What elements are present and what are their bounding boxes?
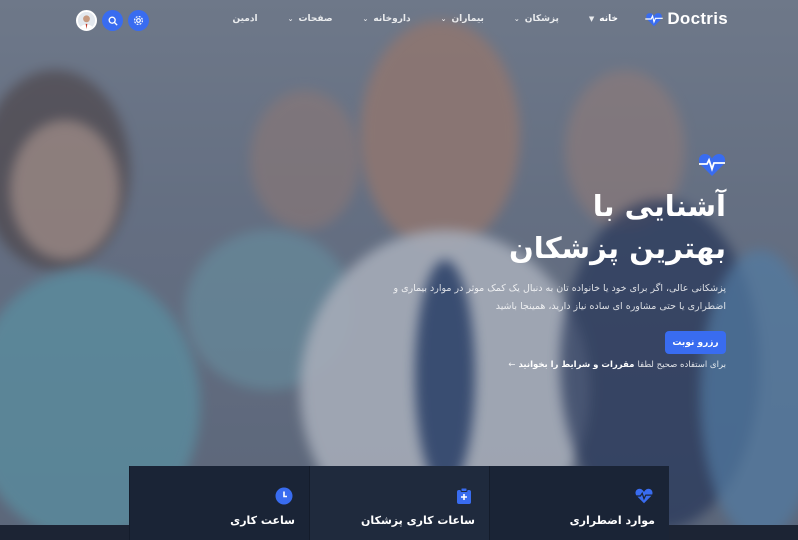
hero-title-line-2: بهترین پزشکان (509, 231, 726, 265)
heartbeat-icon (635, 488, 653, 504)
avatar-image (78, 12, 95, 29)
card-title: ساعت کاری (230, 514, 295, 527)
book-appointment-button[interactable]: رزرو نوبت (665, 331, 726, 354)
feature-card-doctor-hours[interactable]: ساعات کاری پزشکان (309, 466, 489, 540)
terms-link[interactable]: مقررات و شرایط را بخوانید (519, 360, 635, 370)
site-header: Doctris خانه ▼ پزشکان ⌄ بیماران ⌄ داروخا… (0, 0, 798, 42)
nav-item-patients[interactable]: بیماران ⌄ (441, 14, 484, 24)
chevron-down-icon: ⌄ (440, 15, 447, 23)
brand-logo[interactable]: Doctris (645, 9, 728, 29)
terms-prefix: برای استفاده صحیح لطفا (637, 360, 726, 370)
header-actions (76, 10, 149, 31)
hero-title-line-1: آشنایی با (592, 189, 726, 223)
heartbeat-logo-icon (645, 13, 664, 27)
nav-item-home[interactable]: خانه ▼ (589, 14, 618, 24)
nav-label: داروخانه (373, 14, 411, 24)
nav-label: بیماران (451, 14, 484, 24)
chevron-down-icon: ⌄ (362, 15, 369, 23)
arrow-left-icon: ← (508, 360, 516, 370)
nav-item-admin[interactable]: ادمین (233, 14, 258, 24)
search-icon (108, 16, 118, 26)
terms-note: برای استفاده صحیح لطفا مقررات و شرایط را… (508, 360, 726, 370)
avatar[interactable] (76, 10, 97, 31)
hero-description: پزشکانی عالی، اگر برای خود یا خانواده تا… (393, 283, 726, 312)
nav-item-pages[interactable]: صفحات ⌄ (288, 14, 333, 24)
settings-button[interactable] (128, 10, 149, 31)
brand-name: Doctris (667, 9, 728, 28)
chevron-down-icon: ⌄ (513, 15, 520, 23)
card-title: موارد اضطراری (569, 514, 655, 527)
nav-label: صفحات (298, 14, 333, 24)
chevron-down-icon: ⌄ (287, 15, 294, 23)
card-title: ساعات کاری پزشکان (361, 514, 475, 527)
main-nav: خانه ▼ پزشکان ⌄ بیماران ⌄ داروخانه ⌄ صفح… (233, 14, 618, 24)
hero-title: آشنایی با بهترین پزشکان (406, 185, 726, 269)
nav-item-doctors[interactable]: پزشکان ⌄ (514, 14, 559, 24)
hero-background (0, 0, 798, 540)
nav-item-pharmacy[interactable]: داروخانه ⌄ (363, 14, 411, 24)
clock-icon (275, 487, 293, 505)
heartbeat-icon (698, 154, 726, 176)
feature-cards: ساعت کاری ساعات کاری پزشکان موارد اضطرار… (129, 466, 669, 540)
medical-kit-icon (457, 487, 471, 504)
nav-label: خانه (599, 14, 618, 24)
nav-label: پزشکان (524, 14, 559, 24)
search-button[interactable] (102, 10, 123, 31)
feature-card-working-hours[interactable]: ساعت کاری (129, 466, 309, 540)
settings-icon (133, 15, 144, 26)
nav-label: ادمین (232, 14, 258, 24)
feature-card-emergency[interactable]: موارد اضطراری (489, 466, 669, 540)
chevron-down-icon: ▼ (588, 15, 595, 23)
